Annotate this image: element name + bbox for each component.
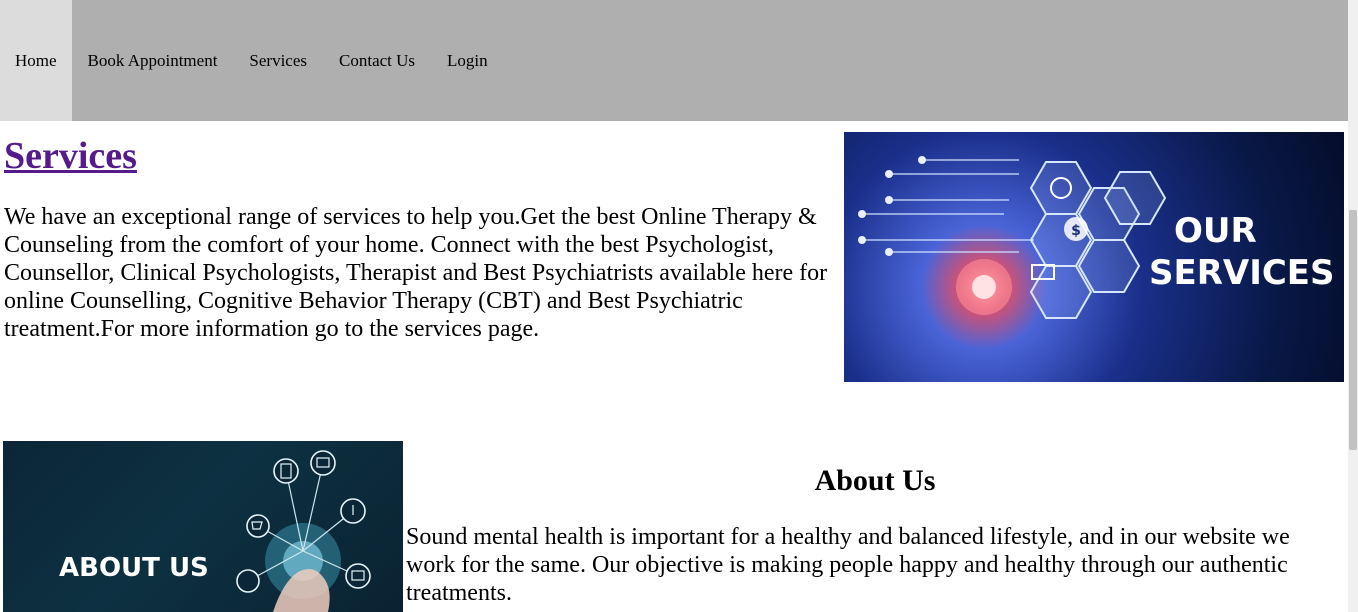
cart-icon: [246, 514, 270, 538]
mail-icon: [345, 563, 371, 589]
vertical-scrollbar[interactable]: [1348, 0, 1358, 612]
about-graphic: ABOUT US: [59, 450, 371, 612]
nav-login-link[interactable]: Login: [431, 0, 504, 121]
services-description: We have an exceptional range of services…: [4, 204, 828, 342]
svg-text:$: $: [1071, 223, 1081, 239]
svg-text:OUR: OUR: [1174, 211, 1257, 251]
services-heading-link[interactable]: Services: [4, 134, 137, 178]
nav-book-appointment-link[interactable]: Book Appointment: [72, 0, 234, 121]
scrollbar-thumb[interactable]: [1349, 210, 1357, 450]
nav-home-link[interactable]: Home: [0, 0, 72, 121]
dollar-icon: $: [1064, 217, 1088, 241]
svg-text:ABOUT US: ABOUT US: [59, 553, 209, 583]
nav-services-link[interactable]: Services: [233, 0, 323, 121]
top-navbar: Home Book Appointment Services Contact U…: [0, 0, 1348, 121]
svg-text:SERVICES: SERVICES: [1149, 253, 1335, 293]
about-us-heading: About Us: [814, 464, 936, 497]
about-us-image: ABOUT US: [3, 441, 403, 612]
nav-contact-us-link[interactable]: Contact Us: [323, 0, 431, 121]
services-graphic: $ OUR SERVICES: [858, 156, 1335, 319]
document-icon: [273, 458, 299, 484]
our-services-image: $ OUR SERVICES: [844, 132, 1344, 382]
about-us-description: Sound mental health is important for a h…: [406, 524, 1290, 606]
